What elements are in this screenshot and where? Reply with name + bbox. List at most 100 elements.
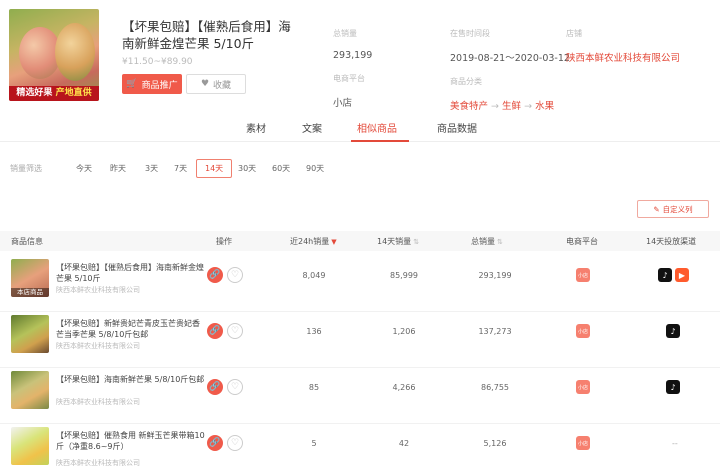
tab-similar-products[interactable]: 相似商品 (357, 120, 397, 135)
row-total-sales: 86,755 (481, 383, 509, 392)
row-total-sales: 5,126 (483, 439, 507, 448)
favorite-button[interactable]: ♥ 收藏 (186, 74, 246, 94)
row-channels: ♪ ▶ (658, 268, 689, 282)
sales-value: 293,199 (333, 50, 373, 61)
row-thumbnail[interactable] (11, 371, 49, 409)
banner-left-text: 精选好果 (16, 88, 53, 98)
active-tab-underline (351, 140, 409, 142)
cart-icon: 🛒 (126, 79, 138, 89)
detail-tabs: 素材 文案 相似商品 商品数据 (0, 112, 720, 142)
table-header: 商品信息 操作 近24h销量 ▼ 14天销量 ⇅ 总销量 ⇅ 电商平台 14天投放渠道 (0, 231, 720, 251)
custom-columns-button[interactable]: ✎ 自定义列 (637, 200, 709, 218)
period-label: 在售时间段 (450, 29, 490, 38)
douyin-icon: ♪ (666, 380, 680, 394)
col-product-info: 商品信息 (11, 237, 43, 246)
filter-yesterday[interactable]: 昨天 (110, 163, 126, 174)
row-title[interactable]: 【坏果包赔】海南新鲜芒果 5/8/10斤包邮 (56, 374, 206, 385)
sort-icon: ⇅ (497, 238, 503, 246)
col-sales-24h-label: 近24h销量 (290, 237, 330, 246)
kuaishou-icon: ▶ (675, 268, 689, 282)
link-icon[interactable]: 🔗 (207, 435, 223, 451)
col-sales-14d-label: 14天销量 (377, 237, 412, 246)
row-actions: 🔗 ♡ (207, 435, 243, 451)
category-path: 美食特产 → 生鲜 → 水果 (450, 101, 555, 112)
filter-14days[interactable]: 14天 (196, 159, 233, 178)
sort-desc-icon: ▼ (331, 238, 337, 246)
tab-material[interactable]: 素材 (246, 120, 266, 135)
table-row[interactable]: 【坏果包赔】催熟食用 新鲜玉芒果带箱10斤（净重8.6~9斤） 陕西本鲜农业科技… (0, 424, 720, 474)
link-icon[interactable]: 🔗 (207, 379, 223, 395)
platform-badge: 小店 (576, 380, 590, 394)
category-label: 商品分类 (450, 77, 482, 86)
row-sales-24h: 136 (306, 327, 322, 336)
row-thumbnail[interactable] (11, 315, 49, 353)
col-total-sales[interactable]: 总销量 ⇅ (471, 236, 503, 247)
shop-link[interactable]: 陕西本鲜农业科技有限公司 (566, 50, 680, 64)
col-sales-24h[interactable]: 近24h销量 ▼ (290, 236, 337, 247)
row-shop[interactable]: 陕西本鲜农业科技有限公司 (56, 397, 140, 407)
period-value: 2019-08-21～2020-03-12 (450, 53, 570, 64)
col-platform: 电商平台 (566, 237, 598, 246)
heart-icon[interactable]: ♡ (227, 435, 243, 451)
promote-button-label: 商品推广 (141, 80, 178, 91)
heart-icon[interactable]: ♡ (227, 323, 243, 339)
product-image[interactable]: 精选好果 产地直供 (9, 9, 99, 101)
filter-today[interactable]: 今天 (76, 163, 92, 174)
row-shop[interactable]: 陕西本鲜农业科技有限公司 (56, 285, 140, 295)
row-channels: ♪ (666, 380, 680, 394)
heart-icon[interactable]: ♡ (227, 267, 243, 283)
sales-filter-label: 销量筛选 (10, 164, 42, 173)
col-channels: 14天投放渠道 (646, 237, 697, 246)
filter-90days[interactable]: 90天 (306, 163, 324, 174)
filter-60days[interactable]: 60天 (272, 163, 290, 174)
no-channel-dash: -- (672, 439, 678, 448)
shop-label: 店铺 (566, 29, 582, 38)
category-level-1[interactable]: 美食特产 (450, 101, 488, 112)
table-row[interactable]: 本店商品 【坏果包赔】【催熟后食用】海南新鲜金煌芒果 5/10斤 陕西本鲜农业科… (0, 256, 720, 312)
banner-right-text: 产地直供 (55, 88, 92, 98)
douyin-icon: ♪ (658, 268, 672, 282)
row-total-sales: 137,273 (478, 327, 512, 336)
col-total-sales-label: 总销量 (471, 237, 495, 246)
row-title[interactable]: 【坏果包赔】【催熟后食用】海南新鲜金煌芒果 5/10斤 (56, 262, 206, 284)
link-icon[interactable]: 🔗 (207, 323, 223, 339)
link-icon[interactable]: 🔗 (207, 267, 223, 283)
table-row[interactable]: 【坏果包赔】新鲜贵妃芒青皮玉芒贵妃香芒当季芒果 5/8/10斤包邮 陕西本鲜农业… (0, 312, 720, 368)
product-price: ¥11.50~¥89.90 (122, 57, 193, 67)
filter-3days[interactable]: 3天 (145, 163, 158, 174)
platform-badge: 小店 (576, 268, 590, 282)
row-sales-14d: 1,206 (392, 327, 416, 336)
promote-button[interactable]: 🛒 商品推广 (122, 74, 182, 94)
row-thumbnail[interactable] (11, 427, 49, 465)
row-sales-24h: 8,049 (302, 271, 326, 280)
thumbnail-tag: 本店商品 (11, 288, 49, 297)
category-level-3[interactable]: 水果 (535, 101, 554, 112)
row-title[interactable]: 【坏果包赔】新鲜贵妃芒青皮玉芒贵妃香芒当季芒果 5/8/10斤包邮 (56, 318, 206, 340)
filter-30days[interactable]: 30天 (238, 163, 256, 174)
row-actions: 🔗 ♡ (207, 323, 243, 339)
product-title[interactable]: 【坏果包赔】【催熟后食用】海南新鲜金煌芒果 5/10斤 (122, 18, 292, 52)
platform-badge: 小店 (576, 436, 590, 450)
platform-badge: 小店 (576, 324, 590, 338)
table-row[interactable]: 【坏果包赔】海南新鲜芒果 5/8/10斤包邮 陕西本鲜农业科技有限公司 🔗 ♡ … (0, 368, 720, 424)
row-shop[interactable]: 陕西本鲜农业科技有限公司 (56, 458, 140, 468)
tab-copywriting[interactable]: 文案 (302, 120, 322, 135)
row-sales-14d: 4,266 (392, 383, 416, 392)
row-channels: ♪ (666, 324, 680, 338)
meta-shop: 店铺 陕西本鲜农业科技有限公司 (566, 28, 680, 64)
tab-product-data[interactable]: 商品数据 (437, 120, 477, 135)
row-title[interactable]: 【坏果包赔】催熟食用 新鲜玉芒果带箱10斤（净重8.6~9斤） (56, 430, 206, 452)
heart-icon[interactable]: ♡ (227, 379, 243, 395)
custom-columns-label: 自定义列 (662, 204, 693, 214)
row-actions: 🔗 ♡ (207, 379, 243, 395)
row-sales-24h: 85 (308, 383, 320, 392)
row-shop[interactable]: 陕西本鲜农业科技有限公司 (56, 341, 140, 351)
favorite-button-label: 收藏 (213, 80, 232, 91)
col-sales-14d[interactable]: 14天销量 ⇅ (377, 236, 419, 247)
edit-icon: ✎ (653, 204, 660, 214)
row-actions: 🔗 ♡ (207, 267, 243, 283)
col-actions: 操作 (216, 237, 232, 246)
category-level-2[interactable]: 生鲜 (502, 101, 521, 112)
filter-7days[interactable]: 7天 (174, 163, 187, 174)
row-thumbnail[interactable]: 本店商品 (11, 259, 49, 297)
